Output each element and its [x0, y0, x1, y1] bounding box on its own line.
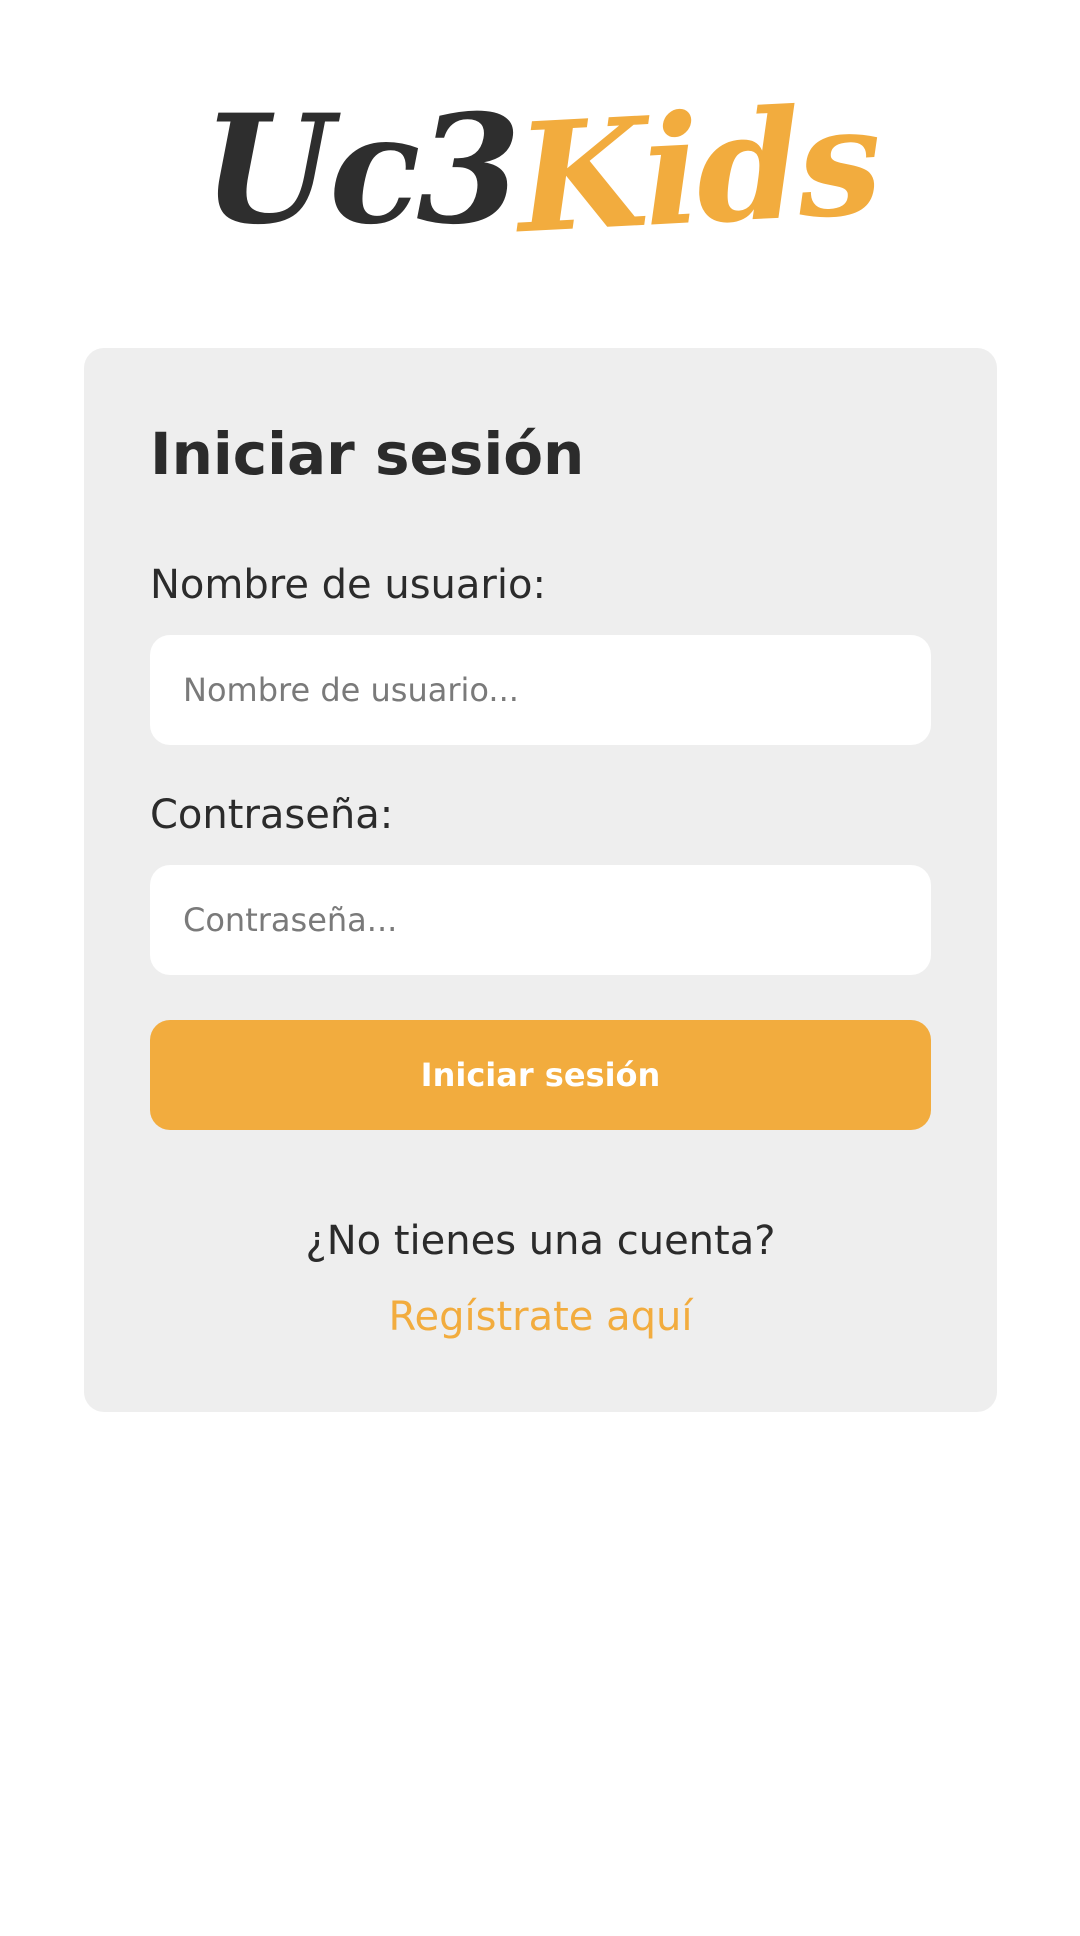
logo-text-dark: Uc3	[202, 82, 521, 258]
login-page: Uc3Kids Iniciar sesión Nombre de usuario…	[0, 0, 1080, 1936]
username-input[interactable]	[150, 635, 931, 745]
register-link[interactable]: Regístrate aquí	[84, 1294, 997, 1340]
login-button[interactable]: Iniciar sesión	[150, 1020, 931, 1130]
username-label: Nombre de usuario:	[150, 562, 546, 608]
app-logo: Uc3Kids	[0, 70, 1080, 270]
login-card: Iniciar sesión Nombre de usuario: Contra…	[84, 348, 997, 1412]
login-title: Iniciar sesión	[150, 420, 585, 488]
password-input[interactable]	[150, 865, 931, 975]
logo-text-accent: Kids	[512, 72, 882, 268]
no-account-text: ¿No tienes una cuenta?	[305, 1218, 776, 1264]
password-label: Contraseña:	[150, 792, 394, 838]
